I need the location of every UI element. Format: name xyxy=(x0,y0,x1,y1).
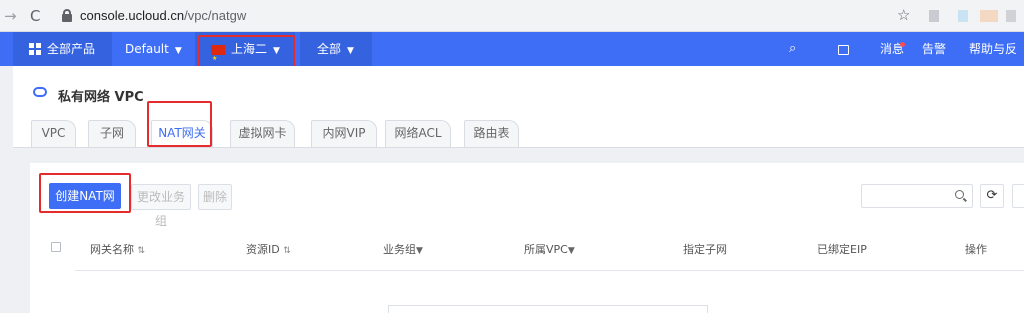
all-products-menu[interactable]: 全部产品 xyxy=(13,32,112,66)
search-input[interactable] xyxy=(861,184,973,208)
scope-selector[interactable]: 全部 ▼ xyxy=(300,32,372,66)
scope-label: 全部 xyxy=(317,42,342,56)
empty-state-box xyxy=(388,305,708,313)
alerts-link[interactable]: 告警 xyxy=(922,32,946,66)
column-header-eip: 已绑定EIP xyxy=(817,241,867,257)
table-header-divider xyxy=(75,270,1024,271)
page-title: 私有网络 VPC xyxy=(58,90,144,105)
tab-network-acl[interactable]: 网络ACL xyxy=(385,120,451,147)
url-text: console.ucloud.cn/vpc/natgw xyxy=(80,8,247,23)
tab-label: 虚拟网卡 xyxy=(238,126,287,140)
back-arrow-icon[interactable]: → xyxy=(4,7,17,25)
column-header-vpc[interactable]: 所属VPC▼ xyxy=(524,241,575,257)
tab-label: 网络ACL xyxy=(394,126,442,140)
column-label: 操作 xyxy=(965,243,987,256)
change-business-group-button[interactable]: 更改业务组 xyxy=(131,184,191,228)
tab-label: 子网 xyxy=(99,126,124,140)
sort-icon[interactable]: ⇅ xyxy=(283,246,291,256)
column-label: 指定子网 xyxy=(683,243,727,256)
refresh-icon[interactable]: ⟳ xyxy=(980,184,1004,208)
tab-subnet[interactable]: 子网 xyxy=(88,120,136,147)
delete-button[interactable]: 删除 xyxy=(198,184,232,210)
tab-label: 内网VIP xyxy=(322,126,366,140)
lock-icon xyxy=(62,9,72,22)
filter-icon[interactable]: ▼ xyxy=(568,246,575,256)
column-header-name[interactable]: 网关名称 ⇅ xyxy=(90,241,145,257)
column-label: 资源ID xyxy=(246,243,280,256)
column-label: 网关名称 xyxy=(90,243,134,256)
chevron-down-icon: ▼ xyxy=(347,46,354,56)
column-label: 业务组 xyxy=(383,243,416,256)
top-navigation: 全部产品 Default▼ 上海二▼ 全部▼ ⌕ 消息 告警 帮助与反馈 xyxy=(0,32,1024,90)
all-products-label: 全部产品 xyxy=(47,42,96,56)
project-selector[interactable]: Default ▼ xyxy=(125,32,195,66)
tab-vpc[interactable]: VPC xyxy=(31,120,76,147)
notification-dot xyxy=(900,42,905,47)
project-label: Default xyxy=(125,42,169,56)
address-bar[interactable]: console.ucloud.cn/vpc/natgw xyxy=(52,4,932,28)
column-header-business-group[interactable]: 业务组▼ xyxy=(383,241,423,257)
tab-virtual-nic[interactable]: 虚拟网卡 xyxy=(230,120,295,147)
column-header-subnet: 指定子网 xyxy=(683,241,727,257)
search-icon[interactable]: ⌕ xyxy=(789,32,796,66)
column-header-actions: 操作 xyxy=(965,241,987,257)
browser-toolbar: → C console.ucloud.cn/vpc/natgw ☆ xyxy=(0,0,1024,32)
bookmark-star-icon[interactable]: ☆ xyxy=(897,6,910,24)
extension-icon[interactable] xyxy=(929,10,939,22)
messages-link[interactable]: 消息 xyxy=(880,32,904,66)
tab-label: VPC xyxy=(41,126,66,140)
column-label: 已绑定EIP xyxy=(817,243,867,256)
chevron-down-icon: ▼ xyxy=(174,46,182,56)
extension-icon[interactable] xyxy=(958,10,968,22)
profile-avatar[interactable] xyxy=(980,10,998,22)
column-label: 所属VPC xyxy=(524,243,568,256)
search-icon[interactable] xyxy=(955,190,964,199)
help-feedback-link[interactable]: 帮助与反馈 xyxy=(969,32,1024,90)
column-header-resource-id[interactable]: 资源ID ⇅ xyxy=(246,241,291,257)
cloud-icon xyxy=(33,87,47,97)
export-icon[interactable] xyxy=(1012,184,1024,208)
grid-icon xyxy=(29,43,41,55)
select-all-checkbox[interactable] xyxy=(51,242,61,252)
tabs-divider xyxy=(13,147,1024,148)
tab-internal-vip[interactable]: 内网VIP xyxy=(311,120,377,147)
menu-icon[interactable] xyxy=(1006,10,1016,22)
tab-label: 路由表 xyxy=(473,126,510,140)
terminal-icon[interactable] xyxy=(838,32,849,66)
highlight-create-button xyxy=(39,173,131,213)
tab-route-table[interactable]: 路由表 xyxy=(464,120,519,147)
sort-icon[interactable]: ⇅ xyxy=(138,246,146,256)
filter-icon[interactable]: ▼ xyxy=(416,246,423,256)
delete-label: 删除 xyxy=(202,190,227,204)
highlight-nat-tab xyxy=(147,101,212,147)
reload-icon[interactable]: C xyxy=(30,7,40,25)
